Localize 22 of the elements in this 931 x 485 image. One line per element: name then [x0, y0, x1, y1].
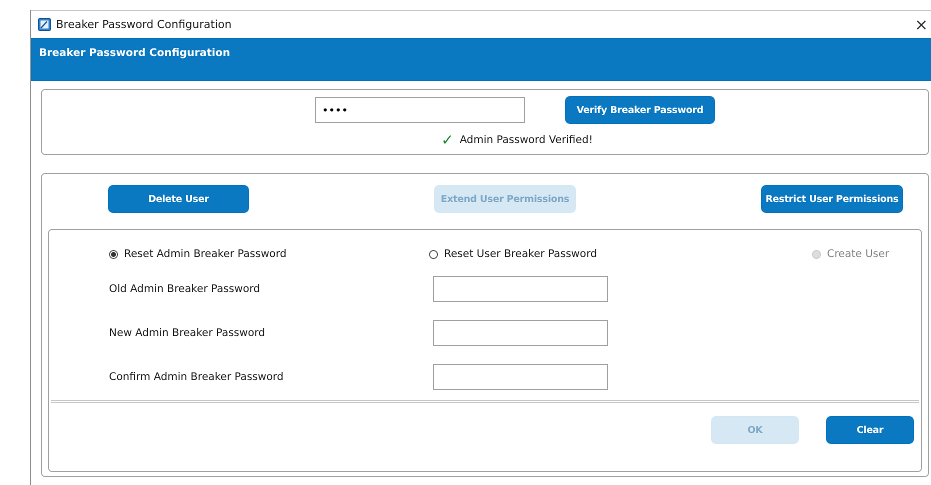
- radio-label: Reset Admin Breaker Password: [124, 248, 287, 260]
- field-label: Confirm Admin Breaker Password: [109, 371, 285, 383]
- action-button[interactable]: Delete User: [108, 185, 249, 213]
- input-field[interactable]: [433, 276, 608, 302]
- radio-label: Reset User Breaker Password: [444, 248, 597, 260]
- input-field[interactable]: [433, 364, 608, 390]
- verify-button[interactable]: Verify Breaker Password: [565, 96, 715, 124]
- radio-label: Create User: [827, 248, 890, 260]
- footer-button[interactable]: Clear: [826, 416, 914, 444]
- header-title: Breaker Password Configuration: [39, 47, 230, 59]
- window-title: Breaker Password Configuration: [56, 18, 233, 31]
- close-button[interactable]: ×: [910, 15, 931, 34]
- field-label: Old Admin Breaker Password: [109, 283, 262, 295]
- mode-radio[interactable]: Reset Admin Breaker Password: [109, 248, 429, 260]
- status-message: Admin Password Verified!: [460, 134, 593, 146]
- field-label: New Admin Breaker Password: [109, 327, 266, 339]
- password-field[interactable]: ••••: [315, 97, 525, 123]
- input-field[interactable]: [433, 320, 608, 346]
- mode-radio[interactable]: Reset User Breaker Password: [429, 248, 752, 260]
- check-icon: ✓: [441, 131, 454, 149]
- app-icon: [38, 18, 51, 31]
- action-button[interactable]: Restrict User Permissions: [761, 185, 903, 213]
